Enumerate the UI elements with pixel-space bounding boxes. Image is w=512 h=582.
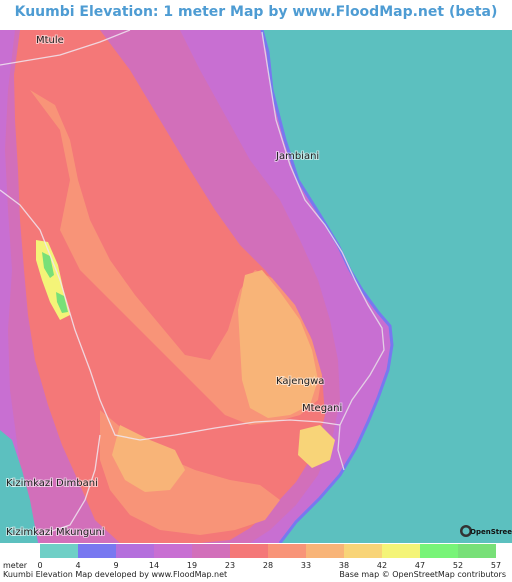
footer-credit: Kuumbi Elevation Map developed by www.Fl… [3,570,228,579]
legend-tick-label: 19 [186,561,198,570]
legend-tick-label: 42 [376,561,388,570]
legend: meter 0 4 9 14 19 23 28 33 38 42 47 52 57 Kuumbi Ele… [0,543,512,582]
magnifier-lens [462,527,470,535]
place-label-kizimkazi-dimbani: Kizimkazi Dimbani [6,478,98,489]
map-canvas: Mtule Jambiani Kajengwa Mtegani Kizimkaz… [0,29,512,544]
legend-swatch [116,544,154,558]
legend-tick-label: 23 [224,561,236,570]
map-title: Kuumbi Elevation: 1 meter Map by www.Flo… [14,4,498,20]
legend-swatch [344,544,382,558]
legend-swatch [78,544,116,558]
place-label-mtule: Mtule [36,35,64,46]
legend-swatch [268,544,306,558]
legend-tick-label: 38 [338,561,350,570]
legend-tick-label: 4 [75,561,81,570]
legend-tick-label: 0 [37,561,43,570]
legend-swatch [420,544,458,558]
legend-tick-label: 9 [113,561,119,570]
legend-swatch [382,544,420,558]
legend-tick-label: 47 [414,561,426,570]
legend-swatch [230,544,268,558]
legend-tick-label: 28 [262,561,274,570]
legend-tick-label: 57 [490,561,502,570]
legend-swatch [154,544,192,558]
legend-unit: meter [3,561,28,570]
legend-swatch [306,544,344,558]
legend-swatch [40,544,78,558]
osm-logo-text: OpenStreetMap [470,528,512,536]
place-label-kajengwa: Kajengwa [276,376,324,387]
place-label-jambiani: Jambiani [275,151,319,162]
legend-swatch [192,544,230,558]
legend-tick-label: 52 [452,561,464,570]
title-bar: Kuumbi Elevation: 1 meter Map by www.Flo… [0,0,512,30]
footer-basemap-credit: Base map © OpenStreetMap contributors [339,570,506,579]
elevation-map[interactable]: Mtule Jambiani Kajengwa Mtegani Kizimkaz… [0,29,512,544]
legend-tick-label: 33 [300,561,312,570]
place-label-kizimkazi-mkunguni: Kizimkazi Mkunguni [6,527,105,538]
place-label-mtegani: Mtegani [302,403,342,414]
legend-tick-label: 14 [148,561,160,570]
legend-swatch [458,544,496,558]
